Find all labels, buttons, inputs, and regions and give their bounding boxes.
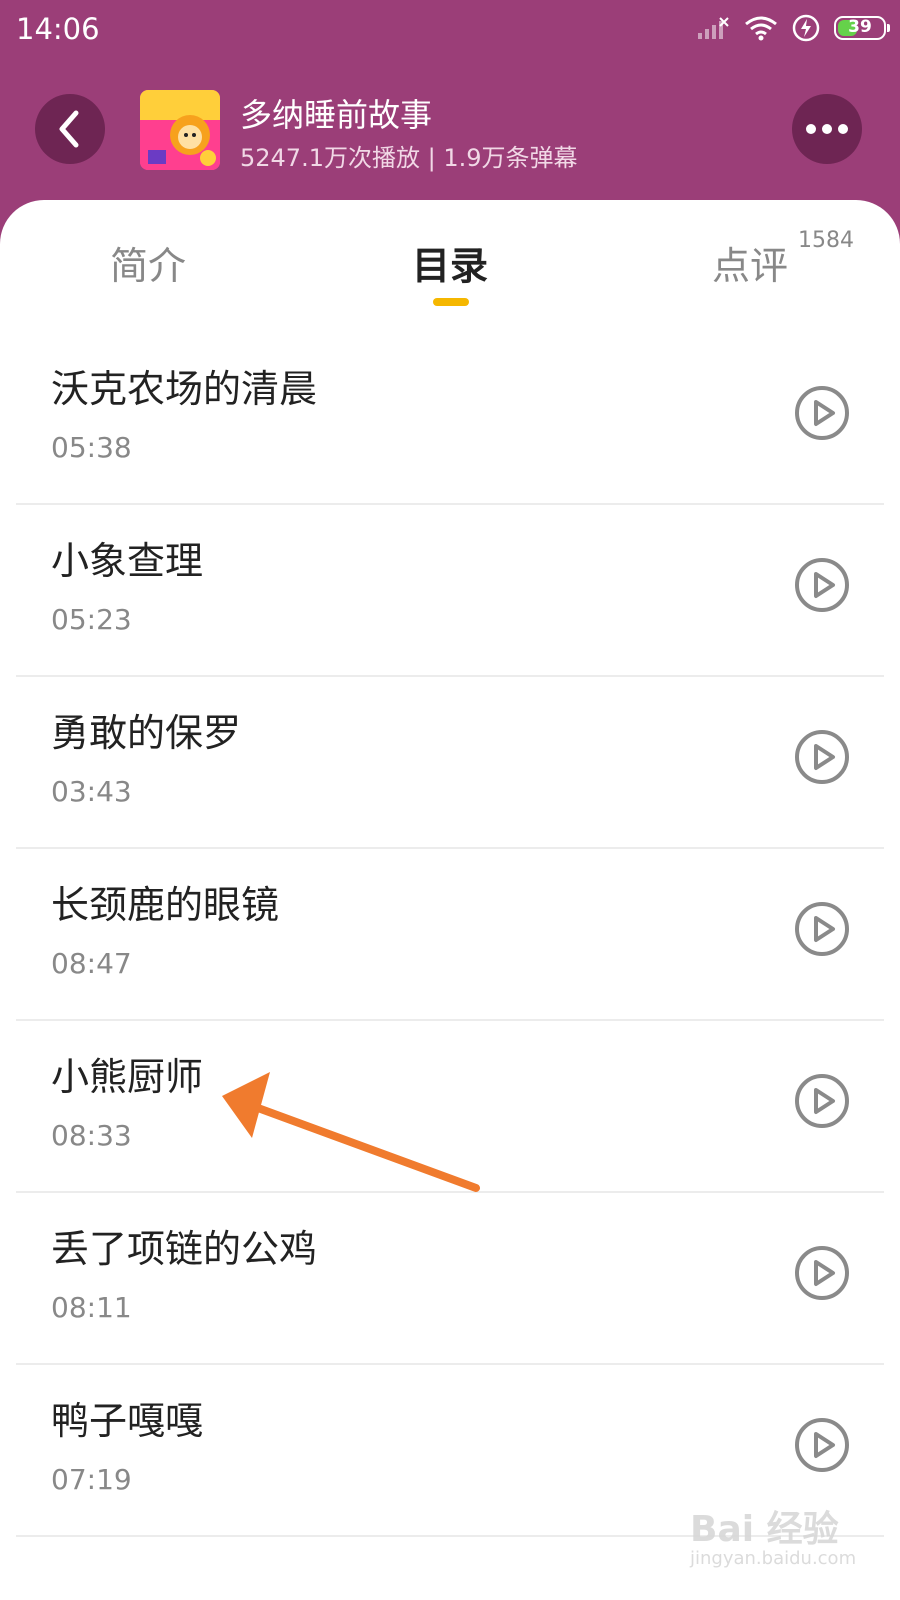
play-icon[interactable] [794, 901, 850, 957]
story-list-item[interactable]: 长颈鹿的眼镜 08:47 [0, 849, 900, 1021]
play-icon[interactable] [794, 557, 850, 613]
review-count-badge: 1584 [798, 228, 854, 253]
story-list-item[interactable]: 小熊厨师 08:33 [0, 1021, 900, 1193]
story-duration: 08:33 [51, 1119, 132, 1152]
story-title: 小象查理 [51, 539, 204, 583]
more-dots-icon [806, 124, 848, 134]
story-list-item[interactable]: 丢了项链的公鸡 08:11 [0, 1193, 900, 1365]
tab-review[interactable]: 点评 [712, 235, 788, 290]
charging-icon [792, 14, 820, 42]
story-title: 小熊厨师 [51, 1055, 204, 1099]
tab-catalog[interactable]: 目录 [412, 235, 488, 290]
baidu-jingyan-watermark: Bai 经验 jingyan.baidu.com [690, 1500, 890, 1580]
story-title: 鸭子嘎嘎 [51, 1399, 204, 1443]
play-icon[interactable] [794, 1245, 850, 1301]
story-list: 沃克农场的清晨 05:38 小象查理 05:23 勇敢的保罗 03:43 长颈鹿… [0, 333, 900, 1537]
active-tab-indicator [433, 298, 469, 306]
more-options-button[interactable] [792, 94, 862, 164]
story-duration: 07:19 [51, 1463, 132, 1496]
status-icons: 39 [696, 14, 890, 42]
chevron-left-icon [59, 110, 79, 148]
story-list-item[interactable]: 勇敢的保罗 03:43 [0, 677, 900, 849]
story-title: 长颈鹿的眼镜 [51, 883, 280, 927]
album-title: 多纳睡前故事 [240, 96, 433, 134]
story-title: 丢了项链的公鸡 [51, 1227, 318, 1271]
battery-indicator: 39 [834, 16, 890, 40]
battery-cap [887, 24, 890, 32]
story-title: 勇敢的保罗 [51, 711, 242, 755]
watermark-logo-text: Bai 经验 [690, 1509, 839, 1550]
story-duration: 08:47 [51, 947, 132, 980]
status-time: 14:06 [16, 12, 100, 46]
play-icon[interactable] [794, 1073, 850, 1129]
battery-level: 39 [848, 17, 872, 37]
back-button[interactable] [35, 94, 105, 164]
story-duration: 05:23 [51, 603, 132, 636]
status-bar: 14:06 39 [0, 0, 900, 62]
story-list-item[interactable]: 沃克农场的清晨 05:38 [0, 333, 900, 505]
story-list-item[interactable]: 小象查理 05:23 [0, 505, 900, 677]
cellular-signal-icon [698, 17, 729, 39]
story-duration: 08:11 [51, 1291, 132, 1324]
play-icon[interactable] [794, 729, 850, 785]
story-title: 沃克农场的清晨 [51, 367, 318, 411]
tab-intro[interactable]: 简介 [110, 235, 186, 290]
story-duration: 05:38 [51, 431, 132, 464]
story-duration: 03:43 [51, 775, 132, 808]
watermark-url: jingyan.baidu.com [690, 1548, 857, 1569]
lion-cartoon-icon [140, 90, 220, 170]
album-header: 多纳睡前故事 5247.1万次播放 | 1.9万条弹幕 [0, 62, 900, 202]
album-cover [140, 90, 220, 170]
play-icon[interactable] [794, 385, 850, 441]
content-panel: 简介 目录 点评 1584 沃克农场的清晨 05:38 小象查理 05:23 勇… [0, 200, 900, 1600]
wifi-icon [745, 16, 777, 41]
play-icon[interactable] [794, 1417, 850, 1473]
album-stats: 5247.1万次播放 | 1.9万条弹幕 [240, 144, 578, 172]
